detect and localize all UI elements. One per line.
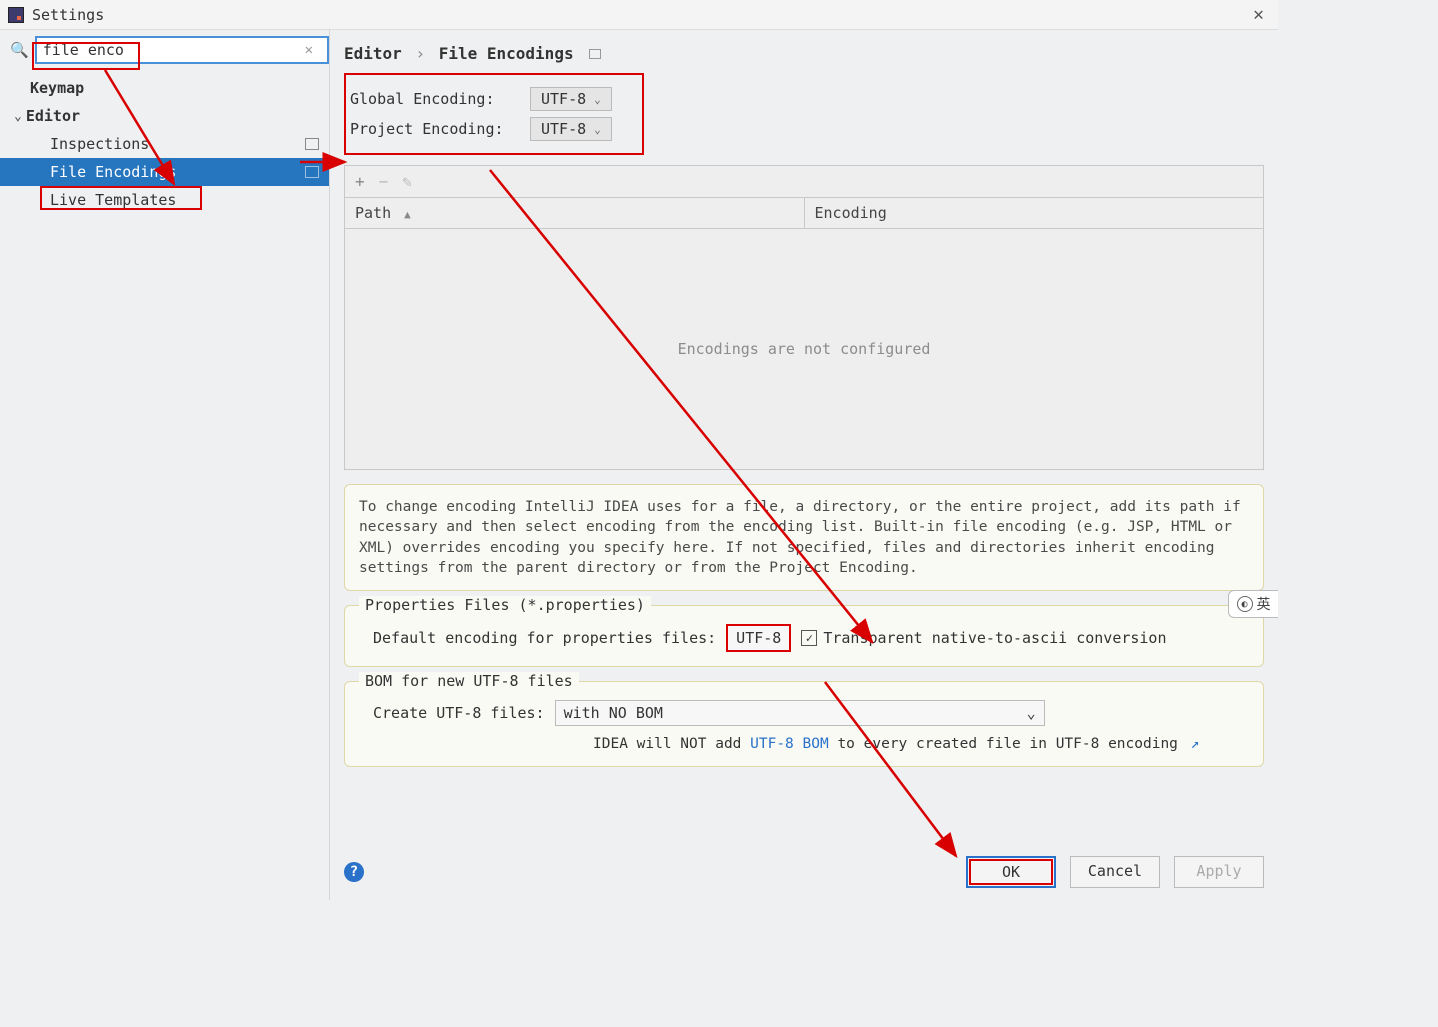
bom-dropdown[interactable]: with NO BOM ⌄: [555, 700, 1045, 726]
section-title: Properties Files (*.properties): [359, 596, 651, 614]
chevron-down-icon: ⌄: [14, 109, 22, 124]
dropdown-value: with NO BOM: [564, 704, 663, 722]
edit-icon[interactable]: ✎: [402, 172, 412, 191]
chevron-down-icon: ⌄: [594, 123, 601, 136]
bom-label: Create UTF-8 files:: [373, 704, 545, 722]
button-label: Cancel: [1088, 862, 1142, 880]
table-col-encoding[interactable]: Encoding: [805, 198, 1264, 228]
ime-label: 英: [1257, 594, 1271, 614]
remove-icon[interactable]: −: [379, 172, 389, 191]
titlebar: Settings ✕: [0, 0, 1278, 30]
sidebar-item-label: File Encodings: [50, 163, 176, 181]
checkbox-label: Transparent native-to-ascii conversion: [823, 629, 1166, 647]
dropdown-value: UTF-8: [736, 629, 781, 647]
encodings-table: + − ✎ Path ▲ Encoding Encodings are not …: [344, 165, 1264, 470]
search-icon: 🔍: [10, 41, 29, 59]
breadcrumb: Editor › File Encodings: [344, 40, 1264, 73]
table-col-path[interactable]: Path ▲: [345, 198, 805, 228]
empty-text: Encodings are not configured: [678, 340, 931, 358]
col-label: Encoding: [815, 204, 887, 222]
close-icon[interactable]: ✕: [1247, 4, 1270, 25]
sidebar-item-live-templates[interactable]: Live Templates: [0, 186, 329, 214]
hint-panel: To change encoding IntelliJ IDEA uses fo…: [344, 484, 1264, 591]
project-scope-icon: [305, 166, 319, 178]
search-input[interactable]: [35, 36, 329, 64]
note-text: IDEA will NOT add: [593, 736, 750, 752]
sidebar-item-label: Keymap: [30, 79, 84, 97]
main-panel: Editor › File Encodings Global Encoding:…: [330, 30, 1278, 900]
properties-encoding-dropdown[interactable]: UTF-8: [726, 624, 791, 652]
ime-badge[interactable]: ◐ 英: [1228, 590, 1278, 618]
button-label: OK: [1002, 863, 1020, 881]
sidebar-item-inspections[interactable]: Inspections: [0, 130, 329, 158]
col-label: Path: [355, 204, 391, 222]
native-to-ascii-checkbox[interactable]: ✓ Transparent native-to-ascii conversion: [801, 629, 1166, 647]
add-icon[interactable]: +: [355, 172, 365, 191]
window-title: Settings: [32, 6, 104, 24]
sidebar-item-label: Live Templates: [50, 191, 176, 209]
bom-section: BOM for new UTF-8 files Create UTF-8 fil…: [344, 681, 1264, 767]
project-encoding-dropdown[interactable]: UTF-8 ⌄: [530, 117, 612, 141]
button-label: Apply: [1196, 862, 1241, 880]
project-encoding-label: Project Encoding:: [350, 120, 530, 138]
sidebar-item-keymap[interactable]: Keymap: [0, 74, 329, 102]
project-scope-icon: [589, 49, 601, 59]
external-link-icon: ↗: [1191, 736, 1200, 752]
breadcrumb-part: Editor: [344, 44, 402, 63]
help-icon[interactable]: ?: [344, 862, 364, 882]
sort-asc-icon: ▲: [404, 208, 411, 221]
settings-tree: Keymap ⌄ Editor Inspections File Encodin…: [0, 70, 329, 214]
section-title: BOM for new UTF-8 files: [359, 672, 579, 690]
chevron-down-icon: ⌄: [1027, 704, 1036, 722]
sidebar-item-file-encodings[interactable]: File Encodings: [0, 158, 329, 186]
sidebar-item-label: Inspections: [50, 135, 149, 153]
global-encoding-dropdown[interactable]: UTF-8 ⌄: [530, 87, 612, 111]
app-icon: [8, 7, 24, 23]
cancel-button[interactable]: Cancel: [1070, 856, 1160, 888]
breadcrumb-part: File Encodings: [439, 44, 574, 63]
project-scope-icon: [305, 138, 319, 150]
sidebar-item-editor[interactable]: ⌄ Editor: [0, 102, 329, 130]
properties-section: Properties Files (*.properties) Default …: [344, 605, 1264, 667]
clear-search-icon[interactable]: ✕: [305, 42, 313, 58]
note-text: to every created file in UTF-8 encoding: [829, 736, 1178, 752]
table-empty: Encodings are not configured: [345, 229, 1263, 469]
sidebar-item-label: Editor: [26, 107, 80, 125]
encoding-defaults: Global Encoding: UTF-8 ⌄ Project Encodin…: [344, 73, 644, 155]
ok-button[interactable]: OK: [966, 856, 1056, 888]
global-encoding-label: Global Encoding:: [350, 90, 530, 108]
dropdown-value: UTF-8: [541, 120, 586, 138]
chevron-down-icon: ⌄: [594, 93, 601, 106]
breadcrumb-separator-icon: ›: [415, 44, 425, 63]
sidebar: 🔍 ✕ Keymap ⌄ Editor Inspections File Enc…: [0, 30, 330, 900]
dropdown-value: UTF-8: [541, 90, 586, 108]
utf8-bom-link[interactable]: UTF-8 BOM: [750, 736, 829, 752]
properties-encoding-label: Default encoding for properties files:: [373, 629, 716, 647]
apply-button: Apply: [1174, 856, 1264, 888]
checkbox-icon: ✓: [801, 630, 817, 646]
bom-note: IDEA will NOT add UTF-8 BOM to every cre…: [359, 736, 1249, 752]
ime-icon: ◐: [1237, 596, 1253, 612]
